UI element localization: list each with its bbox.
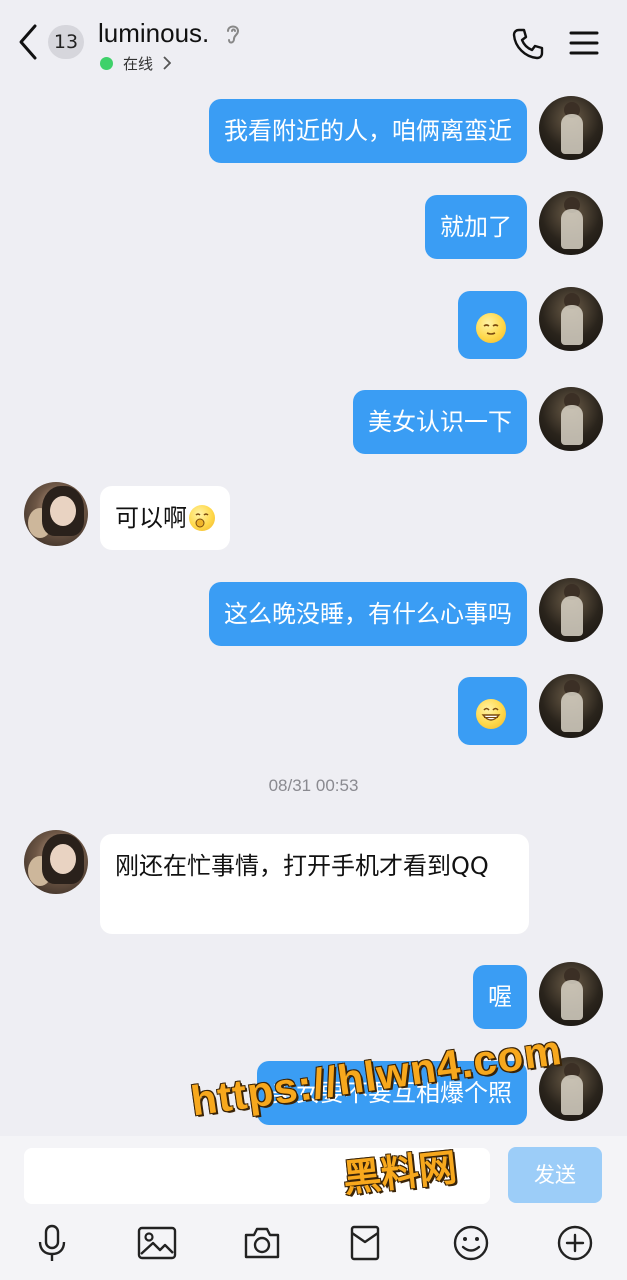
my-avatar[interactable] bbox=[539, 962, 603, 1026]
contact-avatar[interactable] bbox=[24, 830, 88, 894]
chevron-left-icon bbox=[19, 24, 37, 60]
plus-circle-icon[interactable] bbox=[556, 1224, 594, 1262]
message-text: 可以啊 bbox=[115, 504, 187, 532]
message-bubble[interactable] bbox=[458, 291, 527, 359]
my-avatar[interactable] bbox=[539, 96, 603, 160]
message-text: 我看附近的人，咱俩离蛮近 bbox=[224, 117, 512, 145]
message-timestamp: 08/31 00:53 bbox=[268, 776, 359, 795]
message-bubble[interactable]: 可以啊 bbox=[100, 486, 230, 550]
message-text: 美女认识一下 bbox=[368, 408, 512, 436]
ear-icon bbox=[227, 25, 240, 44]
message-text: 喔 bbox=[488, 983, 512, 1011]
send-button[interactable]: 发送 bbox=[508, 1147, 602, 1203]
my-avatar[interactable] bbox=[539, 287, 603, 351]
message-bubble[interactable]: 美女认识一下 bbox=[353, 390, 527, 454]
hehe-emoji-icon bbox=[476, 313, 506, 343]
message-bubble[interactable]: 这么晚没睡，有什么心事吗 bbox=[209, 582, 527, 646]
my-avatar[interactable] bbox=[539, 191, 603, 255]
status-text: 在线 bbox=[123, 54, 154, 73]
phone-call-icon[interactable] bbox=[510, 26, 546, 62]
message-bubble[interactable] bbox=[458, 677, 527, 745]
message-bubble[interactable]: 就加了 bbox=[425, 195, 527, 259]
message-bubble[interactable]: 喔 bbox=[473, 965, 527, 1029]
my-avatar[interactable] bbox=[539, 578, 603, 642]
online-dot-icon bbox=[100, 56, 113, 70]
microphone-icon[interactable] bbox=[36, 1224, 68, 1264]
message-bubble[interactable]: 刚还在忙事情，打开手机才看到QQ bbox=[100, 834, 529, 934]
back-button[interactable]: 13 bbox=[18, 22, 86, 66]
my-avatar[interactable] bbox=[539, 387, 603, 451]
contact-avatar[interactable] bbox=[24, 482, 88, 546]
message-bubble[interactable]: 我看附近的人，咱俩离蛮近 bbox=[209, 99, 527, 163]
chat-header: 13 luminous. 在线 bbox=[0, 0, 627, 84]
image-gallery-icon[interactable] bbox=[137, 1224, 177, 1262]
menu-icon[interactable] bbox=[569, 30, 599, 56]
message-text: 刚还在忙事情，打开手机才看到QQ bbox=[115, 852, 489, 880]
emoji-smiley-icon[interactable] bbox=[452, 1224, 490, 1262]
message-text: 就加了 bbox=[440, 213, 512, 241]
camera-icon[interactable] bbox=[242, 1224, 282, 1262]
message-text: 这么晚没睡，有什么心事吗 bbox=[224, 600, 512, 628]
shy-emoji-icon bbox=[189, 505, 215, 531]
unread-count-badge: 13 bbox=[48, 25, 84, 59]
grin-emoji-icon bbox=[476, 699, 506, 729]
composer: 发送 bbox=[0, 1136, 627, 1280]
contact-name[interactable]: luminous. bbox=[98, 18, 209, 49]
red-packet-icon[interactable] bbox=[349, 1224, 381, 1262]
chevron-right-icon bbox=[163, 56, 172, 70]
my-avatar[interactable] bbox=[539, 674, 603, 738]
online-status[interactable]: 在线 bbox=[100, 53, 172, 73]
